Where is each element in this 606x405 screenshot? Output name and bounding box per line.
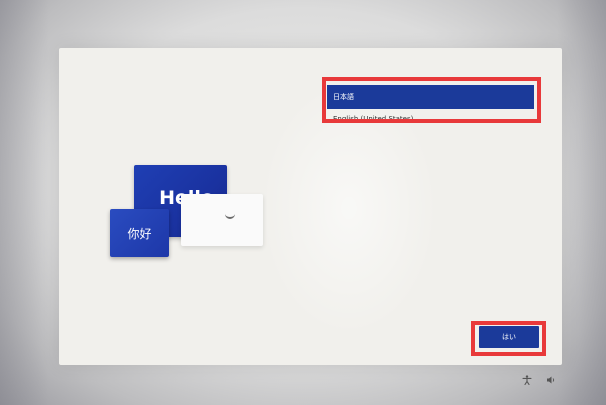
yes-button[interactable]: はい <box>479 326 539 348</box>
nihao-illustration-card: 你好 <box>110 209 169 257</box>
nihao-text: 你好 <box>127 226 152 241</box>
language-list: 日本語 English (United States) <box>327 85 534 127</box>
language-item-english-us[interactable]: English (United States) <box>327 111 534 127</box>
speech-bubble-card <box>181 194 263 246</box>
yes-button-label: はい <box>502 333 516 341</box>
accessibility-icon[interactable] <box>522 375 532 386</box>
setup-panel: Hello 你好 日本語 English (United States) はい <box>59 48 562 365</box>
language-item-japanese[interactable]: 日本語 <box>327 85 534 109</box>
volume-icon[interactable] <box>546 375 556 385</box>
system-tray <box>522 375 556 386</box>
language-label: English (United States) <box>333 115 414 123</box>
language-label: 日本語 <box>333 93 354 101</box>
